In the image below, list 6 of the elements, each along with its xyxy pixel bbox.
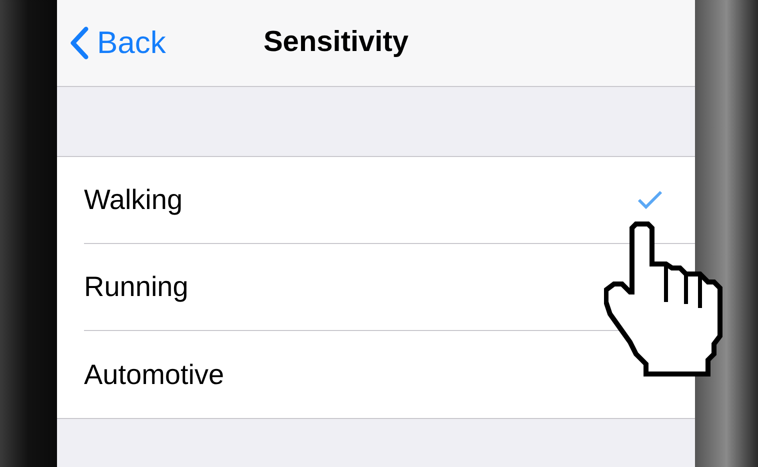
back-button[interactable]: Back	[57, 20, 166, 66]
option-label: Automotive	[84, 358, 224, 392]
screen-title: Sensitivity	[263, 25, 410, 60]
option-label: Running	[84, 270, 188, 304]
option-label: Walking	[84, 183, 183, 217]
chevron-left-icon	[69, 26, 89, 60]
